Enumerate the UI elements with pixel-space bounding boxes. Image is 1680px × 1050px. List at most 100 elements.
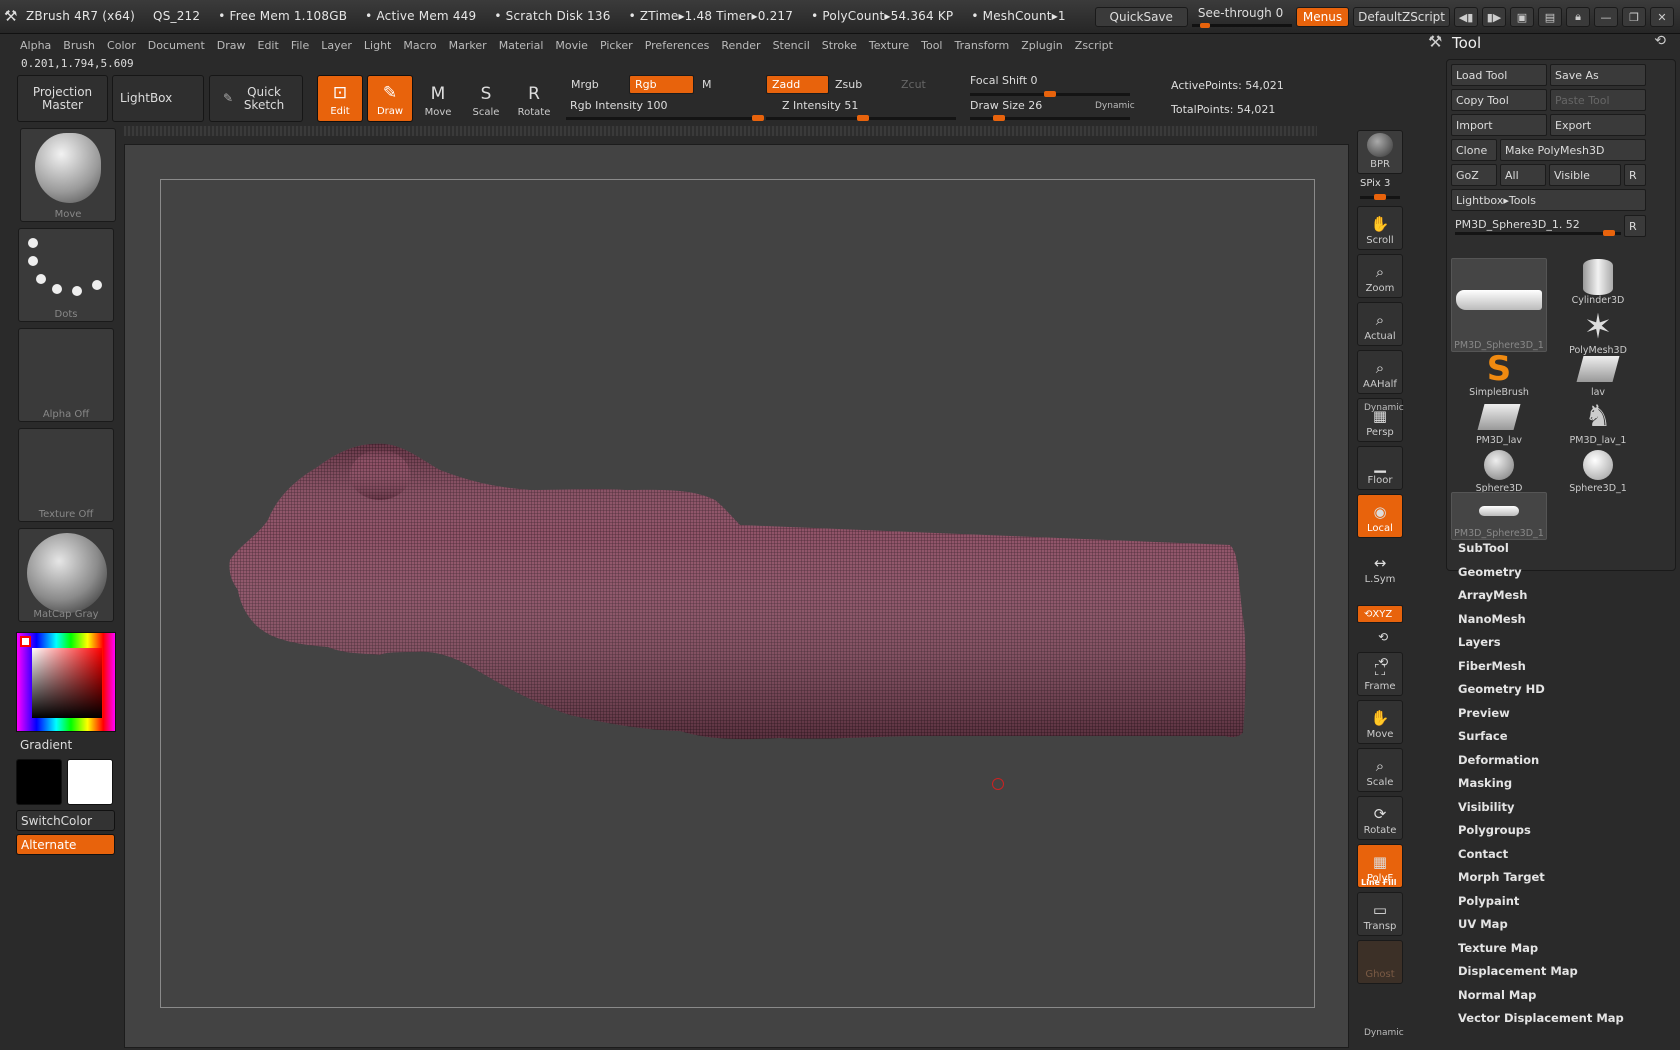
menu-brush[interactable]: Brush — [57, 39, 101, 52]
menu-file[interactable]: File — [285, 39, 315, 52]
scroll-right-icon[interactable]: ▮▶ — [1482, 7, 1506, 27]
export-button[interactable]: Export — [1550, 114, 1646, 136]
focal-shift-knob[interactable] — [1044, 91, 1056, 97]
subpalette-layers[interactable]: Layers — [1458, 635, 1501, 649]
goz-button[interactable]: GoZ — [1451, 164, 1497, 186]
tool-item[interactable]: S SimpleBrush — [1451, 350, 1547, 399]
menu-texture[interactable]: Texture — [863, 39, 915, 52]
menu-stencil[interactable]: Stencil — [767, 39, 816, 52]
subpalette-visibility[interactable]: Visibility — [1458, 800, 1514, 814]
subpalette-fibermesh[interactable]: FiberMesh — [1458, 659, 1526, 673]
menu-macro[interactable]: Macro — [397, 39, 442, 52]
floor-button[interactable]: ▁ Floor — [1357, 446, 1403, 490]
projection-master-button[interactable]: Projection Master — [17, 75, 108, 122]
scale-view-button[interactable]: ⌕ Scale — [1357, 748, 1403, 792]
see-through-knob[interactable] — [1199, 23, 1210, 28]
menu-edit[interactable]: Edit — [252, 39, 285, 52]
clone-button[interactable]: Clone — [1451, 139, 1497, 161]
rotate-y-icon[interactable]: ⟲ — [1378, 630, 1388, 644]
subpalette-geometry[interactable]: Geometry — [1458, 565, 1522, 579]
local-button[interactable]: ◉ Local — [1357, 494, 1403, 538]
goz-all-button[interactable]: All — [1500, 164, 1546, 186]
goz-r-button[interactable]: R — [1624, 164, 1646, 186]
draw-mode-button[interactable]: ✎ Draw — [367, 75, 413, 122]
draw-size-knob[interactable] — [992, 115, 1005, 121]
menu-color[interactable]: Color — [101, 39, 142, 52]
move-mode-button[interactable]: M Move — [415, 75, 461, 122]
tool-item[interactable]: ♞ PM3D_lav_1 — [1550, 398, 1646, 446]
quicksave-button[interactable]: QuickSave — [1094, 7, 1188, 27]
zbrush-logo-icon[interactable]: ⚒ — [4, 7, 22, 25]
current-tool-track[interactable] — [1455, 230, 1621, 236]
make-polymesh-button[interactable]: Make PolyMesh3D — [1500, 139, 1646, 161]
scroll-left-icon[interactable]: ◀▮ — [1454, 7, 1478, 27]
subpalette-texture-map[interactable]: Texture Map — [1458, 941, 1538, 955]
subpalette-deformation[interactable]: Deformation — [1458, 753, 1539, 767]
rgb-intensity-slider[interactable] — [566, 115, 764, 121]
line-fill-label[interactable]: Line Fill — [1361, 878, 1396, 887]
tool-item[interactable]: PM3D_lav — [1451, 398, 1547, 446]
scale-mode-button[interactable]: S Scale — [463, 75, 509, 122]
menu-marker[interactable]: Marker — [443, 39, 493, 52]
copy-tool-button[interactable]: Copy Tool — [1451, 89, 1547, 111]
rotate-mode-button[interactable]: R Rotate — [511, 75, 557, 122]
rgb-button[interactable]: Rgb — [629, 75, 694, 94]
tool-item[interactable]: Sphere3D — [1451, 446, 1547, 494]
rotate-view-button[interactable]: ⟳ Rotate — [1357, 796, 1403, 840]
rgb-intensity-knob[interactable] — [752, 115, 764, 121]
restore-icon[interactable]: ❐ — [1622, 7, 1646, 27]
zoom-button[interactable]: ⌕ Zoom — [1357, 254, 1403, 298]
rotate-z-icon[interactable]: ⟲ — [1378, 655, 1388, 669]
subpalette-polygroups[interactable]: Polygroups — [1458, 823, 1531, 837]
see-through-slider[interactable]: See-through 0 — [1191, 6, 1292, 28]
lock-icon[interactable]: 🔒︎ — [1566, 7, 1590, 27]
lightbox-button[interactable]: LightBox — [112, 75, 204, 122]
zsub-button[interactable]: Zsub — [830, 75, 893, 94]
paste-tool-button[interactable]: Paste Tool — [1550, 89, 1646, 111]
refresh-icon[interactable]: ⟲ — [1654, 33, 1666, 49]
subpalette-contact[interactable]: Contact — [1458, 847, 1508, 861]
aahalf-button[interactable]: ⌕ AAHalf — [1357, 350, 1403, 394]
quick-sketch-button[interactable]: ✎ Quick Sketch — [209, 75, 303, 122]
tool-item[interactable]: Sphere3D_1 — [1550, 446, 1646, 494]
switch-color-button[interactable]: SwitchColor — [16, 810, 115, 831]
menu-draw[interactable]: Draw — [211, 39, 252, 52]
save-as-button[interactable]: Save As — [1550, 64, 1646, 86]
spix-slider[interactable] — [1360, 194, 1400, 200]
secondary-color-swatch[interactable] — [67, 759, 113, 805]
menu-picker[interactable]: Picker — [594, 39, 639, 52]
zadd-button[interactable]: Zadd — [766, 75, 829, 94]
tool-item[interactable]: ✶ PolyMesh3D — [1550, 308, 1646, 357]
actual-button[interactable]: ⌕ Actual — [1357, 302, 1403, 346]
current-tool-knob[interactable] — [1602, 230, 1615, 236]
subpalette-displacement-map[interactable]: Displacement Map — [1458, 964, 1578, 978]
subpalette-masking[interactable]: Masking — [1458, 776, 1512, 790]
menus-button[interactable]: Menus — [1295, 7, 1350, 27]
move-view-button[interactable]: ✋ Move — [1357, 700, 1403, 744]
subpalette-vector-displacement-map[interactable]: Vector Displacement Map — [1458, 1011, 1624, 1025]
scroll-button[interactable]: ✋ Scroll — [1357, 206, 1403, 250]
subpalette-morph-target[interactable]: Morph Target — [1458, 870, 1545, 884]
lsym-button[interactable]: ↔ L.Sym — [1357, 544, 1403, 588]
color-picker[interactable] — [16, 632, 116, 732]
mrgb-button[interactable]: Mrgb — [566, 75, 628, 94]
primary-color-swatch[interactable] — [16, 759, 62, 805]
gradient-label[interactable]: Gradient — [20, 738, 72, 752]
tool-item[interactable]: PM3D_Sphere3D_1 — [1451, 258, 1547, 352]
menu-movie[interactable]: Movie — [549, 39, 594, 52]
texture-thumbnail[interactable]: Texture Off — [18, 428, 114, 522]
goz-visible-button[interactable]: Visible — [1549, 164, 1621, 186]
material-thumbnail[interactable]: MatCap Gray — [18, 528, 114, 622]
menu-light[interactable]: Light — [358, 39, 397, 52]
menu-preferences[interactable]: Preferences — [639, 39, 716, 52]
z-intensity-knob[interactable] — [856, 115, 869, 121]
zcut-button[interactable]: Zcut — [896, 75, 956, 94]
color-square[interactable] — [32, 648, 102, 718]
spix-knob[interactable] — [1374, 194, 1386, 200]
tool-palette-header[interactable]: ⚒ Tool ⟲ — [1422, 28, 1680, 56]
menu-tool[interactable]: Tool — [915, 39, 948, 52]
subpalette-normal-map[interactable]: Normal Map — [1458, 988, 1536, 1002]
subpalette-surface[interactable]: Surface — [1458, 729, 1508, 743]
menu-material[interactable]: Material — [493, 39, 550, 52]
alternate-button[interactable]: Alternate — [16, 834, 115, 855]
